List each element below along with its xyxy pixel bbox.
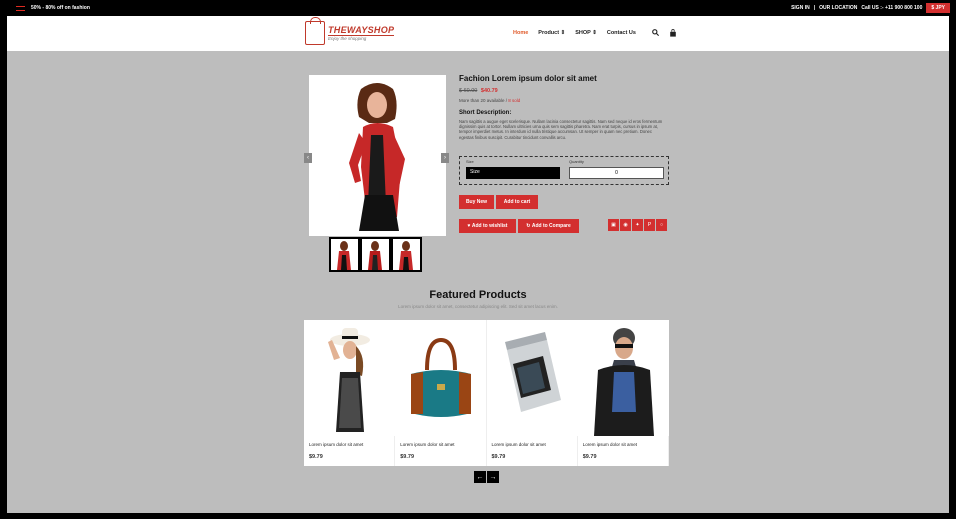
bag-icon[interactable] <box>669 29 677 37</box>
short-description: Nam sagittis a augue eget scelerisque. N… <box>459 119 663 140</box>
buy-now-button[interactable]: Buy New <box>459 195 494 209</box>
product-title: Fachion Lorem ipsum dolor sit amet <box>459 74 597 83</box>
product-card-name: Lorem ipsum dolor sit amet <box>309 442 364 447</box>
availability-text: More than 20 available <box>459 98 505 103</box>
arrow-right-icon[interactable]: → <box>487 471 499 483</box>
add-to-cart-button[interactable]: Add to cart <box>496 195 538 209</box>
nav-home[interactable]: Home <box>513 30 528 36</box>
thumbnail[interactable] <box>360 237 391 272</box>
top-bar-separator: | <box>813 5 816 11</box>
chevron-icon: ⇕ <box>592 30 597 36</box>
man-jacket-image <box>577 320 669 436</box>
size-label: Size <box>466 159 474 164</box>
heart-icon: ♥ <box>467 223 471 229</box>
availability: More than 20 available / 8 sold <box>459 98 521 103</box>
google-icon[interactable]: ◉ <box>620 219 631 231</box>
thumbnail-strip <box>329 237 422 272</box>
pinterest-icon[interactable]: P <box>644 219 655 231</box>
currency-label: $ JPY <box>931 5 945 11</box>
new-price: $40.79 <box>480 88 498 94</box>
nav-product[interactable]: Product ⇕ <box>538 30 565 36</box>
call-us-text: Call US :- +11 900 800 100 <box>861 5 923 11</box>
product-price: $ 60.00 $40.79 <box>459 88 674 94</box>
product-card-name: Lorem ipsum dolor sit amet <box>582 442 638 447</box>
product-card-price: $9.79 <box>309 454 323 460</box>
menu-icon <box>16 5 25 11</box>
short-description-title: Short Description: <box>459 110 512 116</box>
smartwatch-image <box>486 320 578 436</box>
top-bar: 50% - 80% off on fashion SIGN IN | OUR L… <box>0 0 956 16</box>
social-share: ▣ ◉ ✦ P ○ <box>608 219 667 231</box>
woman-hat-image <box>304 320 395 436</box>
featured-subtitle: Lorem ipsum dolor sit amet, consectetur … <box>398 304 558 309</box>
main-content: ‹ › Fachion Lorem ipsum dolor sit amet $… <box>7 51 949 513</box>
nav-contact[interactable]: Contact Us <box>607 30 636 36</box>
quantity-input[interactable]: 0 <box>569 167 664 179</box>
product-card[interactable]: Lorem ipsum dolor sit amet $9.79 <box>395 320 487 466</box>
add-to-wishlist-button[interactable]: ♥ Add to wishlist <box>459 219 516 233</box>
nav-icons <box>652 29 677 37</box>
product-card[interactable]: Lorem ipsum dolor sit amet $9.79 <box>304 320 396 466</box>
old-price: $ 60.00 <box>459 88 478 94</box>
site-header: THEWAYSHOP Enjoy the shopping Home Produ… <box>7 16 949 51</box>
product-info: Fachion Lorem ipsum dolor sit amet $ 60.… <box>459 74 674 140</box>
nav-shop-label: SHOP <box>575 30 591 36</box>
currency-select[interactable]: $ JPY <box>926 3 950 13</box>
twitter-icon[interactable]: ✦ <box>632 219 643 231</box>
add-to-compare-label: Add to Compare <box>531 223 571 229</box>
whatsapp-icon[interactable]: ○ <box>656 219 667 231</box>
add-to-compare-button[interactable]: ↻ Add to Compare <box>518 219 579 233</box>
product-card-price: $9.79 <box>400 454 415 460</box>
logo-bag-icon <box>305 17 325 45</box>
promo-text: 50% - 80% off on fashion <box>31 5 90 11</box>
featured-title: Featured Products <box>429 289 527 301</box>
product-card-price: $9.79 <box>582 454 597 460</box>
site-logo[interactable]: THEWAYSHOP Enjoy the shopping <box>305 17 395 45</box>
sold-count: 8 sold <box>508 98 521 103</box>
product-card-price: $9.79 <box>491 454 506 460</box>
refresh-icon: ↻ <box>526 223 531 229</box>
product-card-name: Lorem ipsum dolor sit amet <box>400 442 455 447</box>
logo-name: THEWAYSHOP <box>328 25 395 36</box>
product-card[interactable]: Lorem ipsum dolor sit amet $9.79 <box>577 320 669 466</box>
logo-text: THEWAYSHOP Enjoy the shopping <box>328 25 395 41</box>
prev-image-button[interactable]: ‹ <box>304 153 312 163</box>
product-options: Size Quantity Size 0 <box>459 156 669 185</box>
woman-red-jacket-image <box>309 75 446 236</box>
size-select[interactable]: Size <box>466 167 560 179</box>
arrow-left-icon[interactable]: ← <box>474 471 486 483</box>
nav-shop[interactable]: SHOP ⇕ <box>575 30 597 36</box>
search-icon[interactable] <box>652 29 659 36</box>
share-icon[interactable]: ▣ <box>608 219 619 231</box>
add-to-wishlist-label: Add to wishlist <box>471 223 508 229</box>
chevron-icon: ⇕ <box>560 30 566 36</box>
top-bar-right: SIGN IN | OUR LOCATION Call US :- +11 90… <box>791 3 950 13</box>
quantity-label: Quantity <box>569 159 584 164</box>
teal-handbag-image <box>395 320 487 436</box>
promo: 50% - 80% off on fashion <box>16 5 90 11</box>
our-location-link[interactable]: OUR LOCATION <box>819 5 857 11</box>
main-nav: Home Product ⇕ SHOP ⇕ Contact Us <box>513 29 677 37</box>
thumbnail[interactable] <box>329 237 360 272</box>
sign-in-link[interactable]: SIGN IN <box>791 5 810 11</box>
featured-products: Lorem ipsum dolor sit amet $9.79 Lorem i… <box>304 320 669 466</box>
product-card[interactable]: Lorem ipsum dolor sit amet $9.79 <box>486 320 578 466</box>
product-main-image <box>309 75 446 236</box>
thumbnail[interactable] <box>391 237 422 272</box>
carousel-pager: ← → <box>474 471 499 483</box>
product-card-name: Lorem ipsum dolor sit amet <box>491 442 546 447</box>
nav-product-label: Product <box>538 30 560 36</box>
next-image-button[interactable]: › <box>441 153 449 163</box>
logo-tagline: Enjoy the shopping <box>328 36 367 41</box>
